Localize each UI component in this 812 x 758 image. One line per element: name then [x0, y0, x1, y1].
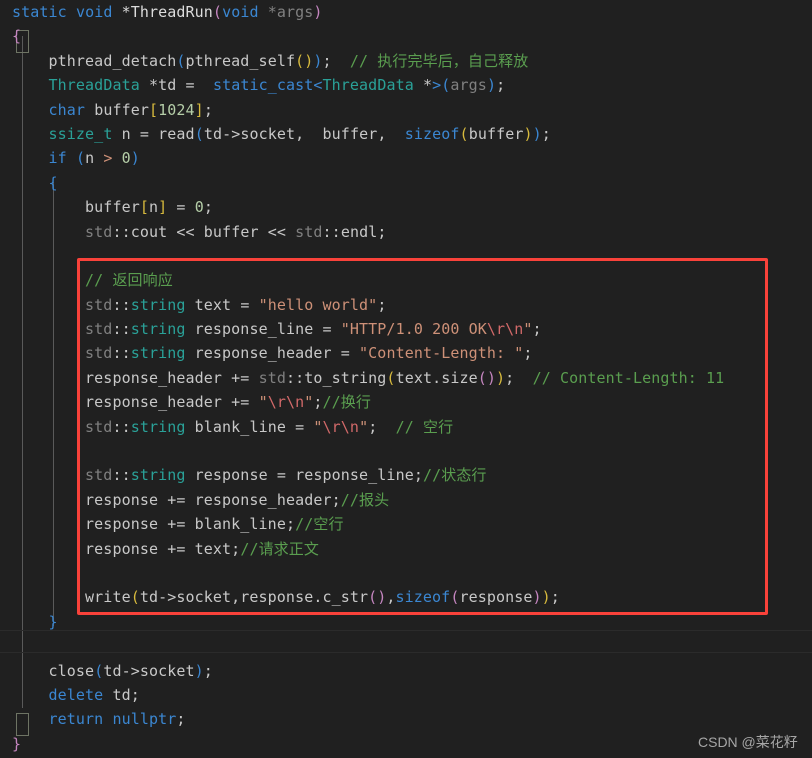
code-line-6[interactable]: ssize_t n = read(td->socket, buffer, siz… — [0, 122, 812, 146]
code-line-23[interactable]: response += text;//请求正文 — [0, 537, 812, 561]
code-line-8[interactable]: { — [0, 171, 812, 195]
code-line-2[interactable]: { — [0, 24, 812, 48]
code-line-7[interactable]: if (n > 0) — [0, 146, 812, 170]
code-line-12[interactable]: // 返回响应 — [0, 268, 812, 292]
code-line-18[interactable]: std::string blank_line = "\r\n"; // 空行 — [0, 415, 812, 439]
code-line-15[interactable]: std::string response_header = "Content-L… — [0, 341, 812, 365]
code-lines-container[interactable]: static void *ThreadRun(void *args) { pth… — [0, 0, 812, 758]
code-line-29[interactable]: delete td; — [0, 683, 812, 707]
code-line-31[interactable]: } — [0, 732, 812, 756]
code-line-1[interactable]: static void *ThreadRun(void *args) — [0, 0, 812, 24]
code-line-5[interactable]: char buffer[1024]; — [0, 98, 812, 122]
watermark-text: CSDN @菜花籽 — [698, 734, 798, 750]
code-line-28[interactable]: close(td->socket); — [0, 659, 812, 683]
code-line-24-blank[interactable] — [0, 561, 812, 585]
code-line-19-blank[interactable] — [0, 439, 812, 463]
code-line-30[interactable]: return nullptr; — [0, 707, 812, 731]
code-line-17[interactable]: response_header += "\r\n";//换行 — [0, 390, 812, 414]
code-line-13[interactable]: std::string text = "hello world"; — [0, 293, 812, 317]
code-line-16[interactable]: response_header += std::to_string(text.s… — [0, 366, 812, 390]
code-line-10[interactable]: std::cout << buffer << std::endl; — [0, 220, 812, 244]
code-line-22[interactable]: response += blank_line;//空行 — [0, 512, 812, 536]
code-line-4[interactable]: ThreadData *td = static_cast<ThreadData … — [0, 73, 812, 97]
code-line-11-blank[interactable] — [0, 244, 812, 268]
code-line-21[interactable]: response += response_header;//报头 — [0, 488, 812, 512]
code-line-26[interactable]: } — [0, 610, 812, 634]
code-editor-screenshot: static void *ThreadRun(void *args) { pth… — [0, 0, 812, 758]
code-line-27-blank[interactable] — [0, 634, 812, 658]
code-line-9[interactable]: buffer[n] = 0; — [0, 195, 812, 219]
code-line-20[interactable]: std::string response = response_line;//状… — [0, 463, 812, 487]
code-line-25[interactable]: write(td->socket,response.c_str(),sizeof… — [0, 585, 812, 609]
code-line-14[interactable]: std::string response_line = "HTTP/1.0 20… — [0, 317, 812, 341]
code-line-3[interactable]: pthread_detach(pthread_self()); // 执行完毕后… — [0, 49, 812, 73]
